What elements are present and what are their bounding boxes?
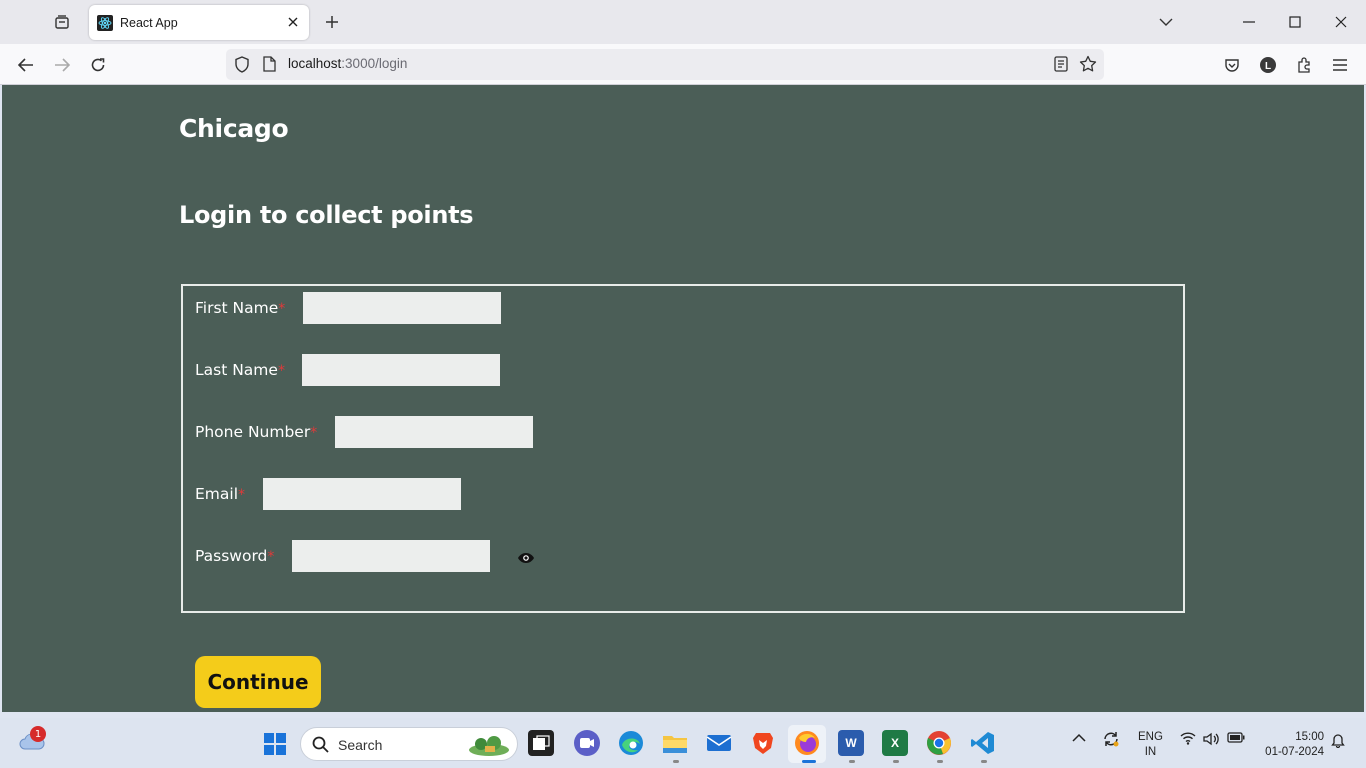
close-window-icon[interactable]	[1329, 10, 1353, 34]
page-content: Chicago Login to collect points First Na…	[2, 85, 1364, 712]
teams-chat-icon[interactable]	[574, 730, 600, 756]
search-icon	[312, 736, 329, 757]
browser-nav-bar: localhost:3000/login L	[0, 44, 1366, 85]
taskbar: 1 Search W X ENG IN 15:00 01-07-2024	[0, 718, 1366, 768]
region-code: IN	[1144, 746, 1157, 758]
edge-browser-icon[interactable]	[618, 730, 644, 756]
search-highlight-icon	[467, 733, 511, 757]
last-name-input[interactable]	[301, 354, 500, 386]
login-form: First Name* Last Name* Phone Number* Ema…	[181, 284, 1185, 613]
notification-badge: 1	[30, 726, 46, 742]
battery-icon[interactable]	[1227, 732, 1245, 746]
browser-tab-strip: React App	[0, 0, 1366, 44]
required-marker: *	[278, 301, 286, 317]
url-bar[interactable]: localhost:3000/login	[226, 49, 1104, 80]
required-marker: *	[238, 487, 246, 503]
windows-start-icon[interactable]	[263, 732, 287, 756]
app-running-indicator	[937, 760, 943, 763]
system-clock[interactable]: 15:00 01-07-2024	[1258, 730, 1324, 760]
chrome-icon[interactable]	[926, 730, 952, 756]
url-text[interactable]: localhost:3000/login	[288, 56, 407, 71]
show-password-eye-icon[interactable]	[517, 549, 537, 563]
page-subtitle: Login to collect points	[179, 201, 474, 229]
extensions-icon[interactable]	[1291, 52, 1317, 78]
last-name-label: Last Name*	[195, 361, 285, 379]
browser-tab[interactable]: React App	[89, 5, 309, 40]
reload-icon[interactable]	[85, 52, 111, 78]
file-explorer-icon[interactable]	[662, 730, 688, 756]
language-indicator[interactable]: ENG IN	[1138, 730, 1163, 760]
firefox-view-icon[interactable]	[48, 9, 76, 35]
word-icon[interactable]: W	[838, 730, 864, 756]
app-running-indicator	[849, 760, 855, 763]
back-icon[interactable]	[13, 52, 39, 78]
phone-number-input[interactable]	[335, 416, 534, 448]
new-tab-icon[interactable]	[320, 10, 344, 34]
brave-browser-icon[interactable]	[750, 730, 776, 756]
task-view-icon[interactable]	[528, 730, 554, 756]
first-name-label: First Name*	[195, 299, 286, 317]
first-name-row: First Name*	[195, 292, 502, 324]
phone-number-row: Phone Number*	[195, 416, 534, 448]
required-marker: *	[277, 363, 285, 379]
react-logo-icon	[97, 14, 113, 31]
password-row: Password*	[195, 540, 534, 572]
tab-title: React App	[120, 15, 178, 30]
password-input[interactable]	[292, 540, 491, 572]
taskbar-search[interactable]: Search	[300, 727, 518, 761]
required-marker: *	[310, 425, 318, 441]
notification-bell-icon[interactable]	[1331, 732, 1345, 751]
minimize-icon[interactable]	[1237, 10, 1261, 34]
menu-icon[interactable]	[1327, 52, 1353, 78]
reader-view-icon[interactable]	[1054, 56, 1068, 76]
email-row: Email*	[195, 478, 462, 510]
app-running-indicator	[673, 760, 679, 763]
clock-time: 15:00	[1295, 731, 1324, 743]
svg-text:L: L	[1265, 61, 1271, 72]
last-name-row: Last Name*	[195, 354, 500, 386]
brand-title: Chicago	[179, 114, 289, 143]
maximize-icon[interactable]	[1283, 10, 1307, 34]
required-marker: *	[267, 549, 275, 565]
mail-icon[interactable]	[706, 730, 732, 756]
vscode-icon[interactable]	[970, 730, 996, 756]
account-avatar-icon[interactable]: L	[1255, 52, 1281, 78]
password-label: Password*	[195, 547, 275, 565]
search-label: Search	[338, 737, 383, 753]
pocket-icon[interactable]	[1219, 52, 1245, 78]
forward-icon[interactable]	[49, 52, 75, 78]
wifi-icon[interactable]	[1180, 732, 1196, 748]
url-host: localhost	[288, 56, 342, 71]
shield-icon[interactable]	[234, 56, 250, 77]
clock-date: 01-07-2024	[1265, 746, 1324, 758]
url-path: :3000/login	[341, 56, 408, 71]
volume-icon[interactable]	[1203, 732, 1219, 749]
phone-number-label: Phone Number*	[195, 423, 318, 441]
language-code: ENG	[1138, 731, 1163, 743]
bookmark-star-icon[interactable]	[1079, 55, 1097, 77]
sync-icon[interactable]	[1102, 730, 1120, 751]
chevron-down-icon[interactable]	[1154, 10, 1178, 34]
page-info-icon[interactable]	[262, 56, 276, 76]
close-tab-icon[interactable]	[285, 14, 301, 30]
app-running-indicator	[893, 760, 899, 763]
chevron-up-icon[interactable]	[1072, 732, 1086, 746]
email-input[interactable]	[263, 478, 462, 510]
app-active-indicator	[802, 760, 816, 763]
email-label: Email*	[195, 485, 246, 503]
excel-icon[interactable]: X	[882, 730, 908, 756]
firefox-icon[interactable]	[794, 730, 820, 756]
first-name-input[interactable]	[303, 292, 502, 324]
app-running-indicator	[981, 760, 987, 763]
continue-button[interactable]: Continue	[195, 656, 321, 708]
